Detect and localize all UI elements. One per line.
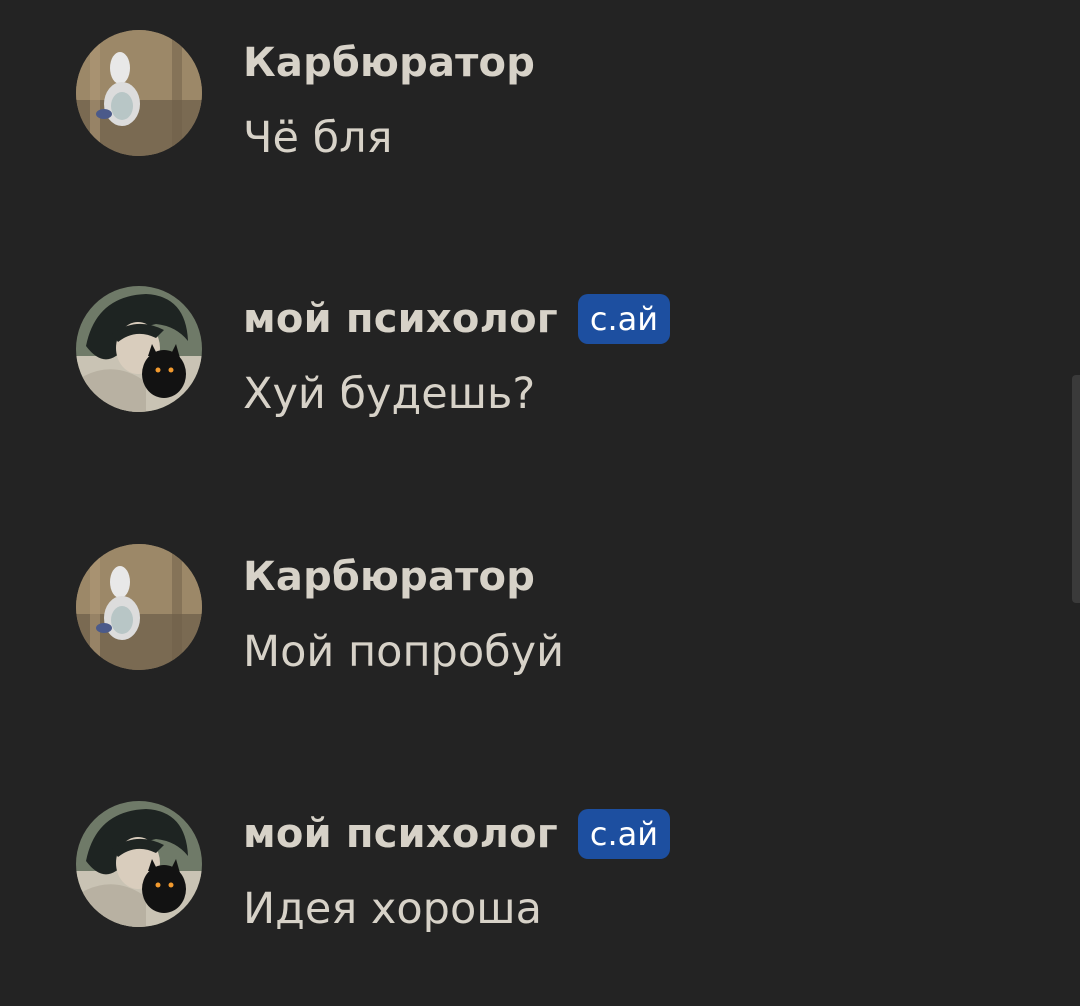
message-item[interactable]: мой психолог с.ай Идея хороша — [0, 801, 1060, 961]
message-header: мой психолог с.ай — [243, 294, 671, 344]
ai-badge: с.ай — [577, 294, 671, 344]
avatar[interactable] — [76, 801, 202, 927]
chat-message-list: Карбюратор Чё бля мой психолог с.ай Хуй … — [0, 0, 1080, 1006]
author-name[interactable]: Карбюратор — [243, 554, 535, 600]
message-text: Хуй будешь? — [243, 369, 536, 419]
toilet-avatar-image — [76, 30, 202, 156]
anime-cat-avatar-image — [76, 286, 202, 412]
avatar[interactable] — [76, 30, 202, 156]
ai-badge: с.ай — [577, 809, 671, 859]
message-text: Идея хороша — [243, 884, 542, 934]
message-item[interactable]: Карбюратор Чё бля — [0, 30, 1060, 190]
message-header: Карбюратор — [243, 552, 535, 602]
avatar[interactable] — [76, 286, 202, 412]
message-item[interactable]: мой психолог с.ай Хуй будешь? — [0, 286, 1060, 446]
author-name[interactable]: мой психолог — [243, 811, 558, 857]
author-name[interactable]: мой психолог — [243, 296, 558, 342]
message-text: Чё бля — [243, 113, 393, 163]
anime-cat-avatar-image — [76, 801, 202, 927]
message-text: Мой попробуй — [243, 627, 565, 677]
message-header: мой психолог с.ай — [243, 809, 671, 859]
message-item[interactable]: Карбюратор Мой попробуй — [0, 544, 1060, 704]
author-name[interactable]: Карбюратор — [243, 40, 535, 86]
message-header: Карбюратор — [243, 38, 535, 88]
toilet-avatar-image — [76, 544, 202, 670]
avatar[interactable] — [76, 544, 202, 670]
scrollbar[interactable] — [1072, 375, 1080, 603]
